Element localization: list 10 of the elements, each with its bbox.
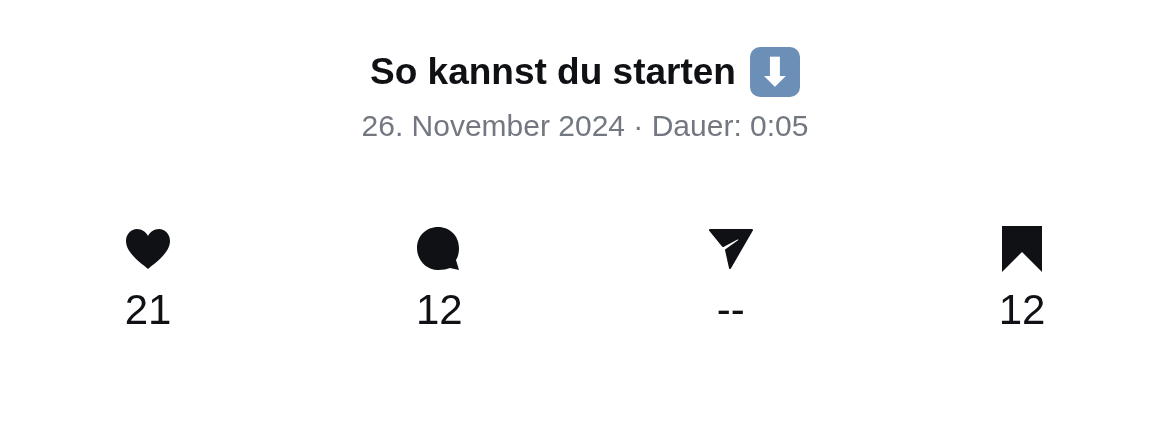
stat-count: -- — [716, 286, 745, 334]
post-date-duration: 26. November 2024 · Dauer: 0:05 — [361, 108, 809, 144]
send-icon[interactable] — [707, 228, 754, 270]
stat-count: 12 — [998, 286, 1046, 334]
bookmark-icon[interactable] — [1001, 225, 1043, 273]
down-arrow-emoji: ⬇ — [749, 47, 800, 97]
post-title: So kannst du starten — [370, 50, 736, 94]
stat-count: 21 — [124, 286, 172, 334]
heart-icon[interactable] — [124, 228, 172, 270]
stat-count: 12 — [415, 286, 463, 334]
